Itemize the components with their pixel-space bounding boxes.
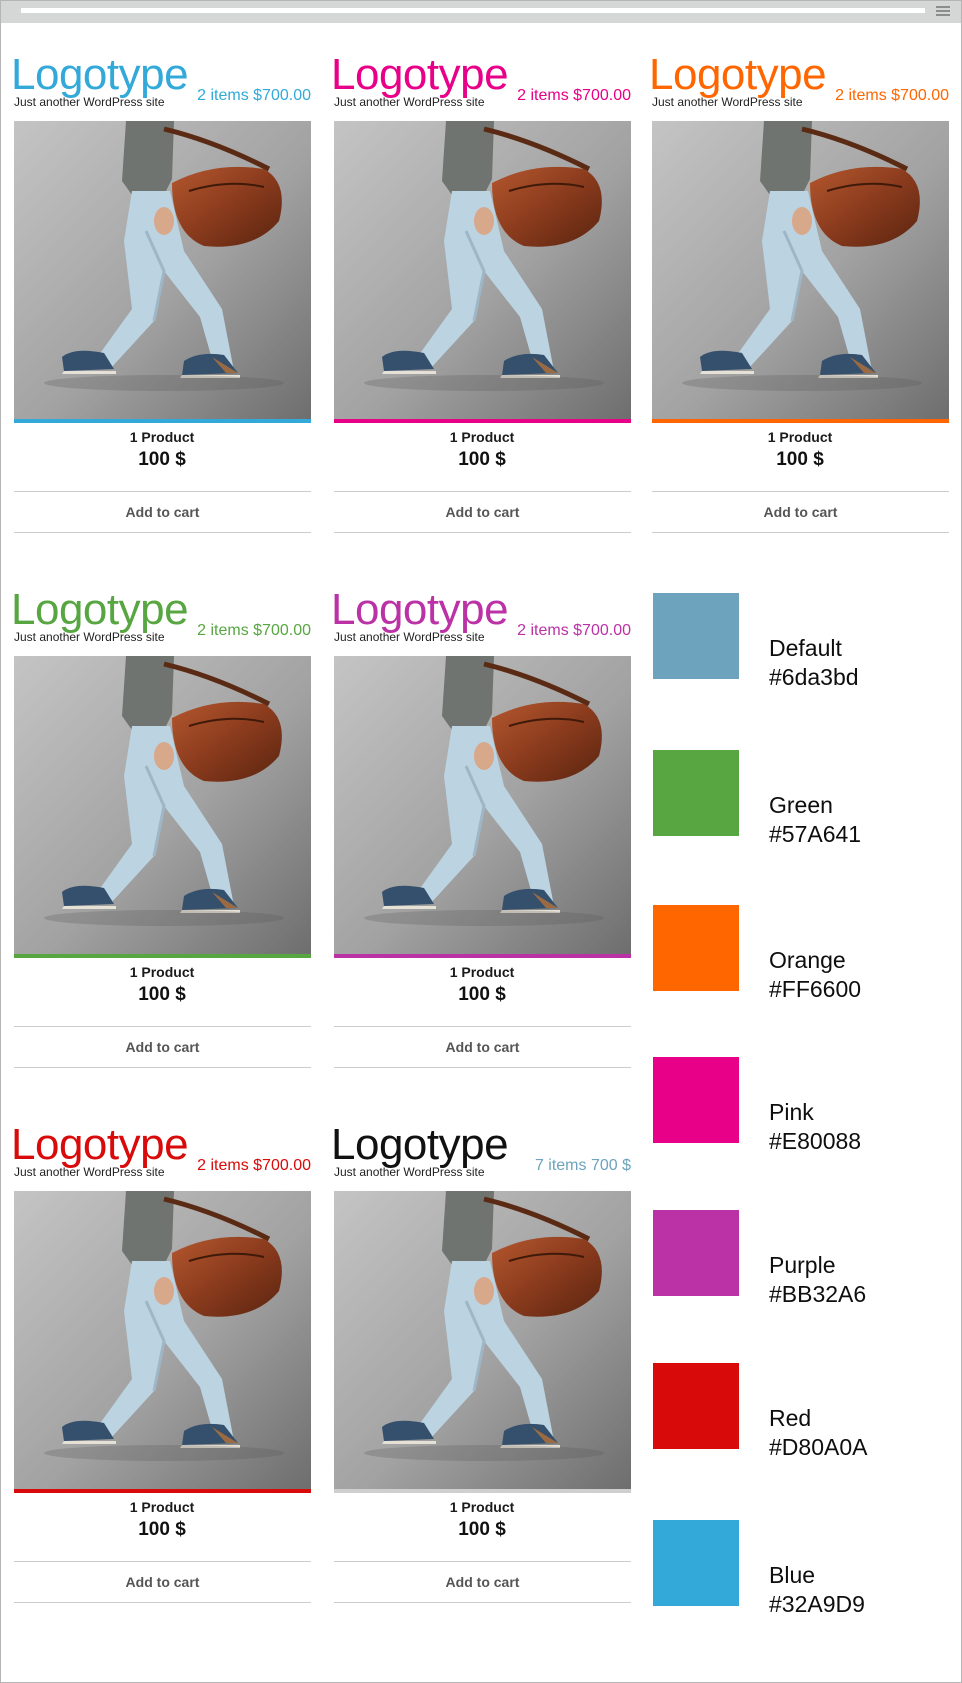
color-swatch-pink[interactable]: Pink #E80088 [653, 1057, 943, 1154]
cart-summary-link[interactable]: 2 items $700.00 [835, 87, 949, 105]
product-card: Logotype Just another WordPress site 2 i… [649, 49, 949, 533]
swatch-color-box[interactable] [653, 750, 739, 836]
man-with-bag-image [334, 121, 631, 419]
swatch-hex-code: #32A9D9 [769, 1591, 865, 1617]
color-swatch-orange[interactable]: Orange #FF6600 [653, 905, 943, 1002]
man-with-bag-image [14, 656, 311, 954]
man-with-bag-image [334, 656, 631, 954]
product-price: 100 $ [138, 984, 186, 1005]
product-image[interactable] [652, 121, 949, 423]
color-swatch-blue[interactable]: Blue #32A9D9 [653, 1520, 943, 1617]
add-to-cart-button[interactable]: Add to cart [14, 1561, 311, 1603]
site-logo[interactable]: Logotype [331, 584, 509, 636]
man-with-bag-image [334, 1191, 631, 1489]
swatch-hex-code: #D80A0A [769, 1434, 868, 1460]
swatch-name: Default [769, 635, 842, 661]
add-to-cart-button[interactable]: Add to cart [14, 1026, 311, 1068]
site-tagline: Just another WordPress site [14, 95, 165, 109]
product-price: 100 $ [138, 1519, 186, 1540]
swatch-hex-code: #FF6600 [769, 976, 862, 1002]
site-tagline: Just another WordPress site [14, 630, 165, 644]
address-bar[interactable] [21, 8, 925, 13]
site-logo[interactable]: Logotype [649, 49, 827, 101]
product-image[interactable] [14, 121, 311, 423]
product-image[interactable] [334, 656, 631, 958]
product-price: 100 $ [458, 1519, 506, 1540]
swatch-color-box[interactable] [653, 593, 739, 679]
swatch-name: Orange [769, 947, 846, 973]
product-card: Logotype Just another WordPress site 7 i… [331, 1119, 631, 1603]
add-to-cart-button[interactable]: Add to cart [14, 491, 311, 533]
site-tagline: Just another WordPress site [334, 630, 485, 644]
hamburger-menu-icon[interactable] [936, 6, 950, 18]
site-logo[interactable]: Logotype [331, 49, 509, 101]
site-tagline: Just another WordPress site [652, 95, 803, 109]
man-with-bag-image [14, 121, 311, 419]
product-card: Logotype Just another WordPress site 2 i… [11, 49, 311, 533]
product-image[interactable] [334, 121, 631, 423]
product-name[interactable]: 1 Product [333, 429, 631, 445]
site-tagline: Just another WordPress site [14, 1165, 165, 1179]
swatch-color-box[interactable] [653, 1520, 739, 1606]
swatch-hex-code: #E80088 [769, 1128, 862, 1154]
cart-summary-link[interactable]: 2 items $700.00 [197, 622, 311, 640]
browser-topbar [1, 1, 961, 23]
product-name[interactable]: 1 Product [13, 429, 311, 445]
product-image[interactable] [14, 656, 311, 958]
product-image[interactable] [334, 1191, 631, 1493]
site-logo[interactable]: Logotype [11, 49, 189, 101]
product-price: 100 $ [458, 984, 506, 1005]
product-card: Logotype Just another WordPress site 2 i… [331, 584, 631, 1068]
product-name[interactable]: 1 Product [333, 964, 631, 980]
swatch-name: Purple [769, 1252, 836, 1278]
product-price: 100 $ [138, 449, 186, 470]
swatch-color-box[interactable] [653, 1363, 739, 1449]
swatch-name: Red [769, 1405, 812, 1431]
man-with-bag-image [14, 1191, 311, 1489]
product-price: 100 $ [458, 449, 506, 470]
add-to-cart-button[interactable]: Add to cart [334, 1026, 631, 1068]
product-name[interactable]: 1 Product [13, 1499, 311, 1515]
site-tagline: Just another WordPress site [334, 1165, 485, 1179]
cart-summary-link[interactable]: 2 items $700.00 [517, 87, 631, 105]
color-swatch-default[interactable]: Default #6da3bd [653, 593, 943, 690]
swatch-color-box[interactable] [653, 1210, 739, 1296]
product-card: Logotype Just another WordPress site 2 i… [331, 49, 631, 533]
color-swatch-green[interactable]: Green #57A641 [653, 750, 943, 847]
product-image[interactable] [14, 1191, 311, 1493]
cart-summary-link[interactable]: 2 items $700.00 [197, 1157, 311, 1175]
product-card: Logotype Just another WordPress site 2 i… [11, 584, 311, 1068]
product-name[interactable]: 1 Product [333, 1499, 631, 1515]
color-swatch-purple[interactable]: Purple #BB32A6 [653, 1210, 943, 1307]
cart-summary-link[interactable]: 7 items 700 $ [535, 1157, 631, 1175]
site-logo[interactable]: Logotype [331, 1119, 509, 1171]
swatch-hex-code: #6da3bd [769, 664, 859, 690]
swatch-hex-code: #BB32A6 [769, 1281, 867, 1307]
swatch-hex-code: #57A641 [769, 821, 862, 847]
add-to-cart-button[interactable]: Add to cart [652, 491, 949, 533]
swatch-color-box[interactable] [653, 1057, 739, 1143]
swatch-name: Pink [769, 1099, 814, 1125]
add-to-cart-button[interactable]: Add to cart [334, 491, 631, 533]
color-swatch-red[interactable]: Red #D80A0A [653, 1363, 943, 1460]
cart-summary-link[interactable]: 2 items $700.00 [197, 87, 311, 105]
browser-frame: Logotype Just another WordPress site 2 i… [0, 0, 962, 1683]
add-to-cart-button[interactable]: Add to cart [334, 1561, 631, 1603]
swatch-name: Blue [769, 1562, 816, 1588]
site-logo[interactable]: Logotype [11, 1119, 189, 1171]
swatch-name: Green [769, 792, 833, 818]
man-with-bag-image [652, 121, 949, 419]
site-tagline: Just another WordPress site [334, 95, 485, 109]
swatch-color-box[interactable] [653, 905, 739, 991]
site-logo[interactable]: Logotype [11, 584, 189, 636]
product-card: Logotype Just another WordPress site 2 i… [11, 1119, 311, 1603]
cart-summary-link[interactable]: 2 items $700.00 [517, 622, 631, 640]
product-name[interactable]: 1 Product [13, 964, 311, 980]
product-name[interactable]: 1 Product [651, 429, 949, 445]
product-price: 100 $ [776, 449, 824, 470]
